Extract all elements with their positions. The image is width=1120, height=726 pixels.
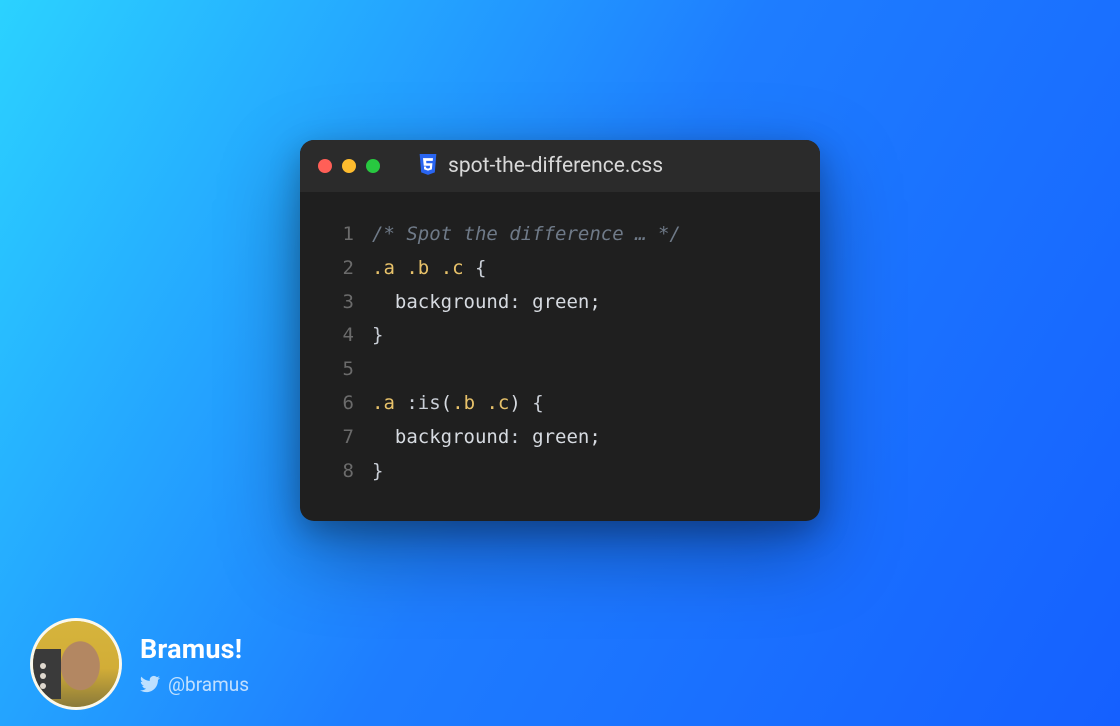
code-line: 1/* Spot the difference … */ (328, 218, 792, 252)
css3-icon (418, 154, 438, 178)
file-name: spot-the-difference.css (448, 154, 663, 178)
line-code: .a :is(.b .c) { (354, 387, 544, 421)
line-code: } (354, 319, 383, 353)
file-tab[interactable]: spot-the-difference.css (418, 154, 663, 178)
code-line: 3 background: green; (328, 286, 792, 320)
line-code: .a .b .c { (354, 252, 486, 286)
traffic-lights (318, 159, 380, 173)
line-code: /* Spot the difference … */ (354, 218, 681, 252)
author-card: Bramus! @bramus (30, 618, 249, 710)
line-number: 3 (328, 286, 354, 320)
line-number: 5 (328, 353, 354, 387)
line-number: 1 (328, 218, 354, 252)
line-code: background: green; (354, 421, 601, 455)
line-number: 6 (328, 387, 354, 421)
code-line: 7 background: green; (328, 421, 792, 455)
close-icon[interactable] (318, 159, 332, 173)
code-line: 8} (328, 455, 792, 489)
minimize-icon[interactable] (342, 159, 356, 173)
window-titlebar: spot-the-difference.css (300, 140, 820, 192)
twitter-icon (140, 674, 160, 694)
line-code (354, 353, 383, 387)
line-number: 4 (328, 319, 354, 353)
author-text: Bramus! @bramus (140, 633, 249, 696)
author-handle-row[interactable]: @bramus (140, 673, 249, 696)
author-handle: @bramus (168, 673, 249, 696)
code-line: 4} (328, 319, 792, 353)
line-code: background: green; (354, 286, 601, 320)
avatar (30, 618, 122, 710)
zoom-icon[interactable] (366, 159, 380, 173)
line-number: 2 (328, 252, 354, 286)
line-number: 8 (328, 455, 354, 489)
code-line: 2.a .b .c { (328, 252, 792, 286)
line-number: 7 (328, 421, 354, 455)
author-name: Bramus! (140, 633, 249, 665)
code-content: 1/* Spot the difference … */2.a .b .c {3… (300, 192, 820, 521)
code-line: 6.a :is(.b .c) { (328, 387, 792, 421)
code-line: 5 (328, 353, 792, 387)
line-code: } (354, 455, 383, 489)
code-editor-window: spot-the-difference.css 1/* Spot the dif… (300, 140, 820, 521)
